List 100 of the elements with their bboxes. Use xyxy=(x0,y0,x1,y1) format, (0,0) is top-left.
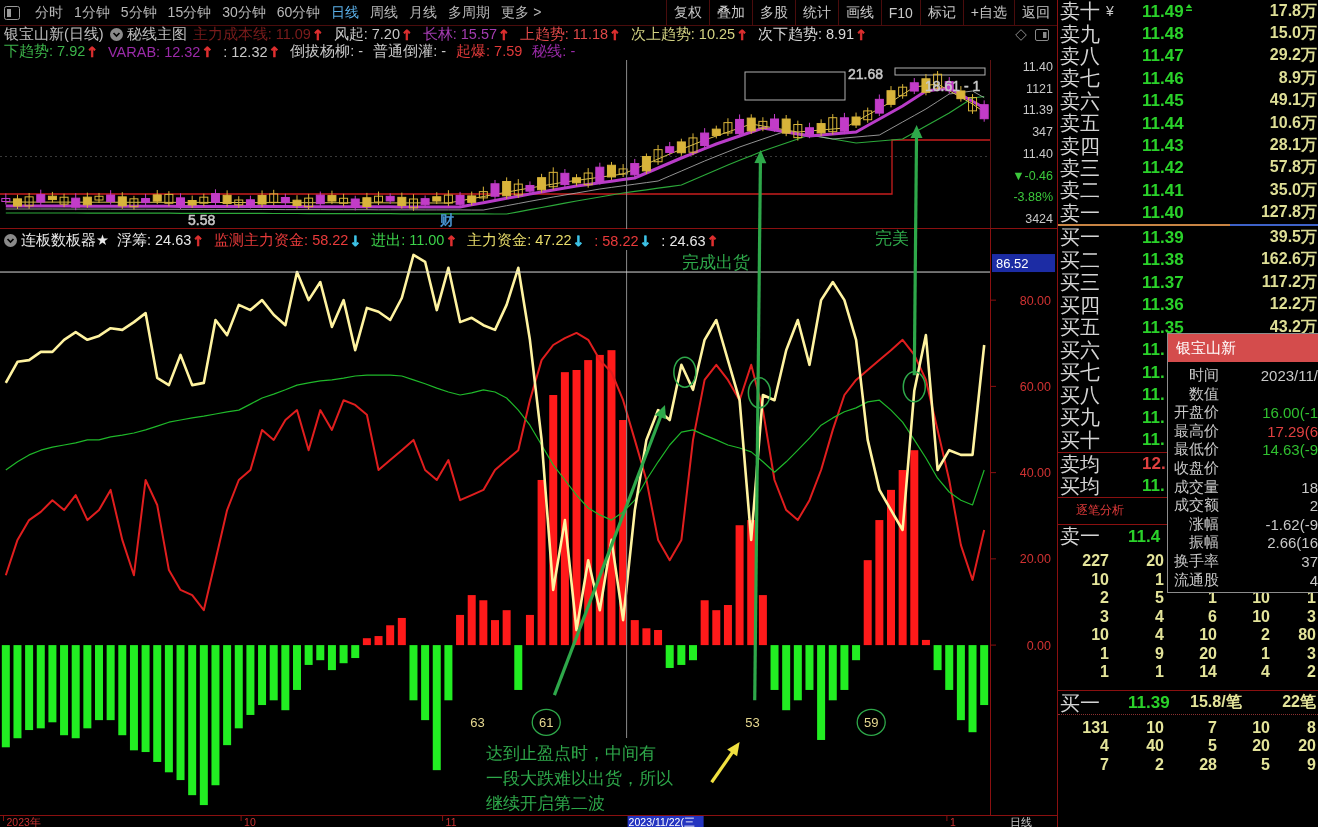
toolbar-button[interactable]: 叠加 xyxy=(708,0,752,25)
indicator-value: 风起: 7.20 xyxy=(333,25,400,43)
toolbar-button[interactable]: 复权 xyxy=(665,0,709,25)
toolbar-button[interactable]: F10 xyxy=(880,0,920,25)
indicator-value: 起爆: 7.59 xyxy=(456,42,523,61)
window-icon[interactable] xyxy=(1035,28,1049,41)
tick-count: 1 xyxy=(1099,644,1110,663)
axis-label: ▼-0.46 xyxy=(1012,168,1053,183)
price-text: 11.35 xyxy=(1141,318,1184,336)
period-tab[interactable]: 60分钟 xyxy=(276,3,321,22)
order-level-label: 买一 xyxy=(1059,227,1100,248)
price-text: 12. xyxy=(1141,455,1166,473)
tick-count: 10 xyxy=(1090,626,1110,645)
number-label: 59 xyxy=(863,714,879,730)
indicator-value: 浮筹: 24.63 xyxy=(117,231,192,250)
volume-text: 12.2万 xyxy=(1269,294,1318,315)
period-tab[interactable]: 5分钟 xyxy=(120,3,157,22)
field-value: 18 xyxy=(1300,478,1318,496)
tick-count: 20 xyxy=(1297,737,1317,756)
chart-title: 银宝山新(日线) xyxy=(4,25,104,43)
price-text: 11. xyxy=(1141,477,1165,495)
order-level-label: 买九 xyxy=(1059,407,1100,428)
axis-label: 11.40 xyxy=(1022,60,1053,74)
trend-arrow: ↓ xyxy=(572,232,585,249)
price-text: 11.45 xyxy=(1141,92,1184,110)
field-label: 最高价 xyxy=(1173,421,1219,441)
trend-arrow: ↑ xyxy=(268,43,281,60)
price-text: 11. xyxy=(1141,341,1165,359)
toolbar-button[interactable]: 统计 xyxy=(794,0,838,25)
price-text: 11. xyxy=(1141,408,1165,426)
indicator-value: 次下趋势: 8.91 xyxy=(757,25,855,44)
tick-count: 4 xyxy=(1260,663,1271,682)
period-tab[interactable]: 1分钟 xyxy=(74,3,110,22)
volume-text: 117.2万 xyxy=(1261,271,1318,292)
tick-count: 2 xyxy=(1306,663,1317,682)
tick-count: 28 xyxy=(1198,755,1218,774)
volume-text: 57.8万 xyxy=(1269,157,1318,178)
period-tab[interactable]: 分时 xyxy=(35,3,63,22)
date-label: 11 xyxy=(445,815,457,827)
toolbar-button[interactable]: 标记 xyxy=(919,0,963,25)
chevron-down-icon[interactable] xyxy=(109,28,123,41)
chevron-down-icon[interactable] xyxy=(4,234,17,247)
period-tab[interactable]: 日线 xyxy=(331,3,360,22)
order-level-label: 买十 xyxy=(1059,429,1100,450)
indicator-value: 监测主力资金: 58.22 xyxy=(214,231,349,250)
tick-count: 1 xyxy=(1260,644,1271,663)
toolbar-button[interactable]: 返回 xyxy=(1014,0,1057,25)
period-tab[interactable]: 更多 > xyxy=(501,3,542,22)
order-level-label: 买六 xyxy=(1059,339,1100,360)
tick-count: 3 xyxy=(1306,644,1317,663)
period-tab[interactable]: 多周期 xyxy=(448,3,491,22)
indicator-value: VARAB: 12.32 xyxy=(108,43,201,60)
tick-count: 10 xyxy=(1090,570,1110,589)
panel-toggle-icon[interactable] xyxy=(4,5,20,20)
axis-label: 3424 xyxy=(1025,211,1053,226)
order-level-label: 卖二 xyxy=(1059,180,1100,201)
tick-count: 7 xyxy=(1207,718,1218,737)
period-tab[interactable]: 月线 xyxy=(409,3,438,22)
order-level-label: 买四 xyxy=(1059,294,1100,315)
tick-count: 1 xyxy=(1154,663,1165,682)
field-value: 2.66(16 xyxy=(1266,534,1318,552)
tick-count: 20 xyxy=(1145,552,1165,571)
volume-text: 17.8万 xyxy=(1269,0,1318,21)
toolbar-button[interactable]: 画线 xyxy=(837,0,881,25)
tick-count: 9 xyxy=(1306,755,1317,774)
field-label: 成交额 xyxy=(1173,496,1219,516)
toolbar-button[interactable]: +自选 xyxy=(962,0,1014,25)
period-tab[interactable]: 周线 xyxy=(370,3,399,22)
volume-text: 127.8万 xyxy=(1260,202,1318,223)
order-level-label: 买五 xyxy=(1059,317,1100,338)
tick-count: 6 xyxy=(1207,607,1218,626)
field-label: 时间 xyxy=(1188,366,1219,385)
tick-count: 8 xyxy=(1306,718,1317,737)
field-label: 最低价 xyxy=(1173,440,1219,460)
tick-count: 10 xyxy=(1198,626,1218,645)
volume-text: 8.9万 xyxy=(1278,67,1318,88)
tick-count: 5 xyxy=(1207,737,1218,756)
chart-label: 财 xyxy=(440,212,454,228)
tick-count: 20 xyxy=(1251,737,1271,756)
diamond-icon[interactable] xyxy=(1015,28,1027,41)
period-tab[interactable]: 30分钟 xyxy=(222,3,266,22)
order-level-label: 卖八 xyxy=(1059,45,1100,66)
field-value: -1.62(-9 xyxy=(1264,515,1318,533)
toolbar-button[interactable]: 多股 xyxy=(751,0,795,25)
order-level-label: 卖三 xyxy=(1059,157,1100,178)
tick-count: 3 xyxy=(1099,607,1110,626)
axis-label: -3.88% xyxy=(1013,190,1053,205)
trend-arrow: ↑ xyxy=(400,26,413,43)
order-level-label: 买一 xyxy=(1059,692,1101,713)
tick-count: 80 xyxy=(1297,626,1317,645)
trend-arrow: ↑ xyxy=(201,43,214,60)
trend-arrow: ↑ xyxy=(609,26,621,43)
tick-count: 20 xyxy=(1198,644,1218,663)
indicator-value: 长林: 15.57 xyxy=(422,25,498,43)
order-level-label: 买二 xyxy=(1059,249,1100,270)
period-tab[interactable]: 15分钟 xyxy=(167,3,212,22)
order-level-label: 卖一 xyxy=(1059,526,1101,547)
volume-text: 29.2万 xyxy=(1269,45,1318,66)
indicator-value: 次上趋势: 10.25 xyxy=(630,25,736,44)
tick-count: 227 xyxy=(1081,552,1110,571)
